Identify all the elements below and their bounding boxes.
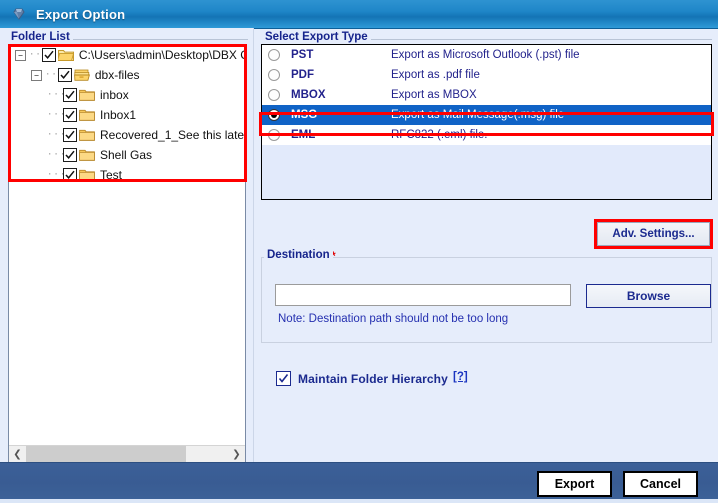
export-type-option[interactable]: MBOX Export as MBOX — [262, 85, 711, 105]
folder-checkbox[interactable] — [63, 88, 77, 102]
folder-item-label: inbox — [100, 88, 129, 102]
export-type-name: PST — [291, 49, 314, 61]
folder-item-label: C:\Users\admin\Desktop\DBX Con — [78, 48, 245, 62]
adv-settings-button[interactable]: Adv. Settings... — [597, 222, 710, 246]
folder-list-label: Folder List — [8, 31, 73, 43]
folder-tree-item[interactable]: ··· inbox — [9, 85, 245, 105]
folder-icon — [79, 168, 95, 182]
export-type-radio[interactable] — [268, 109, 280, 121]
export-type-description: Export as .pdf file — [391, 69, 480, 81]
pane-divider — [253, 28, 254, 463]
folder-checkbox[interactable] — [57, 68, 72, 82]
maintain-folder-hierarchy-row[interactable]: Maintain Folder Hierarchy — [276, 371, 448, 386]
folder-item-label: Shell Gas — [100, 148, 153, 162]
folder-icon — [79, 128, 95, 142]
tree-connector: ··· — [47, 150, 67, 160]
export-type-name: EML — [291, 129, 316, 141]
folder-checkbox[interactable] — [41, 48, 56, 62]
tree-connector: ··· — [47, 170, 67, 180]
export-type-description: Export as Mail Message(.msg) file — [391, 109, 565, 121]
gem-icon — [10, 5, 28, 23]
folder-tree-item[interactable]: ··· Recovered_1_See this later — [9, 125, 245, 145]
folder-checkbox[interactable] — [63, 108, 77, 122]
destination-note: Note: Destination path should not be too… — [278, 313, 509, 325]
export-button[interactable]: Export — [537, 471, 612, 497]
export-type-radio[interactable] — [268, 49, 280, 61]
maintain-folder-hierarchy-label: Maintain Folder Hierarchy — [298, 371, 448, 386]
folder-tree-item[interactable]: − ·· dbx-files — [9, 65, 245, 85]
scrollbar-track[interactable] — [26, 445, 228, 463]
export-type-description: Export as Microsoft Outlook (.pst) file — [391, 49, 580, 61]
folder-tree-container[interactable]: − ·· C:\Users\admin\Desktop\DBX Con − ·· dbx-… — [8, 44, 246, 463]
folder-icon — [79, 148, 95, 162]
folder-tree-item[interactable]: ··· Shell Gas — [9, 145, 245, 165]
export-type-option[interactable]: EML RFC822 (.eml) file. — [262, 125, 711, 145]
open-folder-icon — [56, 48, 75, 62]
folder-item-label: Test — [100, 168, 123, 182]
tree-connector: ··· — [47, 90, 67, 100]
scroll-left-arrow-icon[interactable]: ❮ — [9, 446, 26, 463]
destination-label: Destination — [264, 249, 333, 261]
export-type-name: MSG — [291, 109, 318, 121]
cancel-button[interactable]: Cancel — [623, 471, 698, 497]
tree-collapse-icon[interactable]: − — [15, 49, 26, 61]
export-type-option[interactable]: MSG Export as Mail Message(.msg) file — [262, 105, 711, 125]
tree-connector: ·· — [45, 70, 58, 80]
tree-connector: ··· — [47, 110, 67, 120]
export-type-name: MBOX — [291, 89, 326, 101]
folder-tree-item[interactable]: ··· Test — [9, 165, 245, 185]
export-type-description: RFC822 (.eml) file. — [391, 129, 488, 141]
folder-item-label: dbx-files — [94, 68, 140, 82]
folder-checkbox[interactable] — [63, 168, 77, 182]
folder-checkbox[interactable] — [63, 148, 77, 162]
destination-path-input[interactable] — [275, 284, 571, 306]
export-type-option[interactable]: PST Export as Microsoft Outlook (.pst) fi… — [262, 45, 711, 65]
footer-bottom-strip — [0, 499, 718, 503]
export-type-list[interactable]: PST Export as Microsoft Outlook (.pst) fi… — [261, 44, 712, 200]
export-type-name: PDF — [291, 69, 314, 81]
scrollbar-thumb[interactable] — [26, 445, 186, 463]
check-icon — [278, 374, 289, 383]
folder-tree-item[interactable]: − ·· C:\Users\admin\Desktop\DBX Con — [9, 45, 245, 65]
folder-tree[interactable]: − ·· C:\Users\admin\Desktop\DBX Con − ·· dbx-… — [9, 45, 245, 444]
tree-connector: ··· — [47, 130, 67, 140]
folder-item-label: Inbox1 — [100, 108, 137, 122]
window-title: Export Option — [36, 6, 126, 22]
folder-icon — [79, 108, 95, 122]
export-type-label: Select Export Type — [262, 31, 371, 43]
export-type-option[interactable]: PDF Export as .pdf file — [262, 65, 711, 85]
maintain-folder-hierarchy-checkbox[interactable] — [276, 371, 291, 386]
export-option-dialog: Export Option Folder List − ·· C:\Users\ad… — [0, 0, 718, 503]
archive-folder-icon — [73, 68, 90, 82]
folder-item-label: Recovered_1_See this later — [100, 128, 245, 142]
folder-tree-horizontal-scrollbar[interactable]: ❮ ❯ — [9, 445, 245, 463]
help-link[interactable]: [?] — [453, 371, 468, 383]
folder-icon — [79, 88, 95, 102]
folder-tree-item[interactable]: ··· Inbox1 — [9, 105, 245, 125]
browse-button[interactable]: Browse — [586, 284, 711, 308]
export-type-radio[interactable] — [268, 89, 280, 101]
tree-connector: ·· — [29, 50, 42, 60]
export-type-radio[interactable] — [268, 129, 280, 141]
export-type-radio[interactable] — [268, 69, 280, 81]
title-bar: Export Option — [0, 0, 718, 29]
export-type-description: Export as MBOX — [391, 89, 477, 101]
scroll-right-arrow-icon[interactable]: ❯ — [228, 446, 245, 463]
tree-collapse-icon[interactable]: − — [31, 69, 42, 81]
folder-checkbox[interactable] — [63, 128, 77, 142]
